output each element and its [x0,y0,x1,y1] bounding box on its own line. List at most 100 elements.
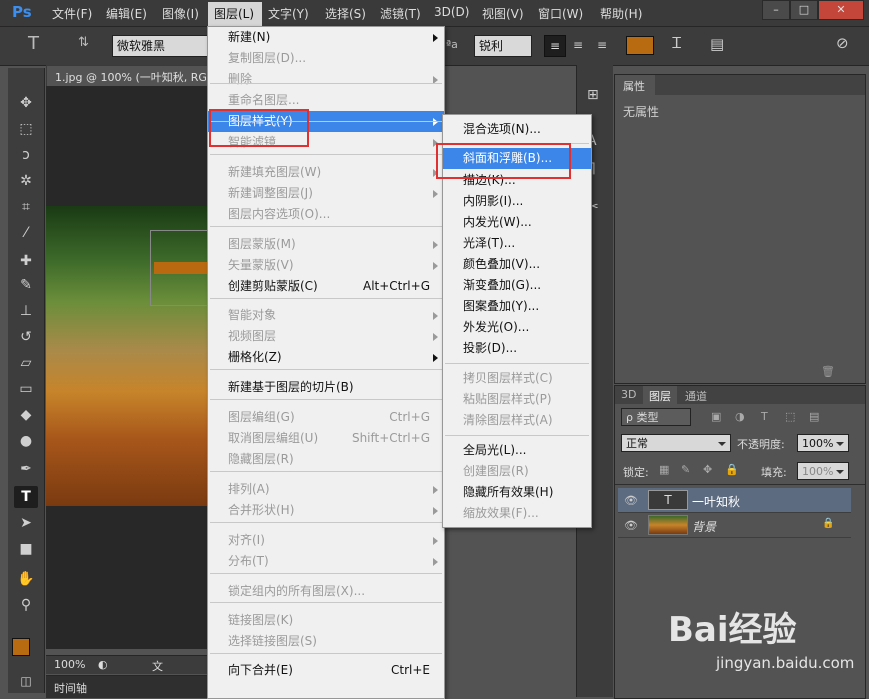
filter-adjust-icon[interactable]: ◑ [735,410,745,423]
layer-menu-item[interactable]: 对齐(I) [208,530,444,551]
history-icon[interactable]: ⊞ [587,87,599,103]
lock-position-icon[interactable]: ✥ [703,463,712,476]
layer-filter-select[interactable]: ρ 类型 [621,408,691,426]
menu-3d[interactable]: 3D(D) [434,5,469,19]
blur-tool-icon[interactable]: ◆ [14,404,38,426]
layer-style-menu-item[interactable]: 清除图层样式(A) [443,410,591,431]
type-tool-icon[interactable]: T [14,486,38,508]
status-icon[interactable]: ◐ [98,658,108,671]
blend-mode-select[interactable]: 正常 [621,434,731,452]
menu-filter[interactable]: 滤镜(T) [380,5,421,22]
pen-tool-icon[interactable]: ✒ [14,458,38,480]
menu-file[interactable]: 文件(F) [52,5,92,22]
menu-view[interactable]: 视图(V) [482,5,524,22]
layer-menu-item[interactable]: 新建(N) [208,27,444,48]
lock-image-icon[interactable]: ✎ [681,463,690,476]
layer-menu-item[interactable]: 复制图层(D)... [208,48,444,69]
foreground-color-swatch[interactable] [12,638,30,656]
layer-style-menu-item[interactable]: 光泽(T)... [443,233,591,254]
layer-style-menu-item[interactable]: 粘贴图层样式(P) [443,389,591,410]
layer-menu-item[interactable]: 图层蒙版(M) [208,234,444,255]
layer-menu-item[interactable]: 向下合并(E) Ctrl+E [208,660,444,681]
menu-select[interactable]: 选择(S) [325,5,366,22]
warp-text-icon[interactable]: Ꮖ [672,34,682,52]
filter-smart-icon[interactable]: ▤ [809,410,819,423]
trash-icon[interactable]: 🗑 [821,365,835,378]
visibility-eye-icon[interactable]: 👁 [624,519,638,532]
zoom-tool-icon[interactable]: ⚲ [14,594,38,616]
move-tool-icon[interactable]: ✥ [14,92,38,114]
tab-3d[interactable]: 3D [621,388,636,401]
tab-channels[interactable]: 通道 [685,388,707,404]
character-panel-icon[interactable]: ▤ [710,35,724,53]
lasso-tool-icon[interactable]: ↄ [14,144,38,166]
layer-menu-item[interactable]: 智能对象 [208,305,444,326]
dodge-tool-icon[interactable]: ● [14,430,38,452]
layer-style-menu-item[interactable]: 内阴影(I)... [443,191,591,212]
history-brush-icon[interactable]: ↺ [14,326,38,348]
hand-tool-icon[interactable]: ✋ [14,568,38,590]
visibility-eye-icon[interactable]: 👁 [624,494,638,507]
layer-menu-item[interactable]: 取消图层编组(U) Shift+Ctrl+G [208,428,444,449]
eraser-tool-icon[interactable]: ▱ [14,352,38,374]
layer-style-menu-item[interactable]: 全局光(L)... [443,440,591,461]
crop-tool-icon[interactable]: ⌗ [14,196,38,218]
eyedropper-tool-icon[interactable]: ⁄ [14,222,38,244]
layer-style-menu-item[interactable]: 内发光(W)... [443,212,591,233]
layer-menu-item[interactable]: 视频图层 [208,326,444,347]
layer-menu-item[interactable]: 排列(A) [208,479,444,500]
layer-menu-item[interactable]: 新建调整图层(J) [208,183,444,204]
layer-menu-item[interactable]: 栅格化(Z) [208,347,444,368]
layer-menu-item[interactable]: 合并形状(H) [208,500,444,521]
layer-menu-item[interactable]: 锁定组内的所有图层(X)... [208,581,444,602]
layer-style-menu-item[interactable]: 混合选项(N)... [443,119,591,140]
lock-transparent-icon[interactable]: ▦ [659,463,669,476]
font-family-select[interactable]: 微软雅黑 [112,35,210,57]
layer-style-menu-item[interactable]: 隐藏所有效果(H) [443,482,591,503]
layer-style-menu-item[interactable]: 缩放效果(F)... [443,503,591,524]
healing-brush-icon[interactable]: ✚ [14,250,38,272]
zoom-level[interactable]: 100% [54,658,85,671]
layer-menu-item[interactable]: 图层内容选项(O)... [208,204,444,225]
layer-menu-item[interactable]: 链接图层(K) [208,610,444,631]
text-color-swatch[interactable] [626,36,654,55]
path-selection-icon[interactable]: ➤ [14,512,38,534]
layer-menu-item[interactable]: 创建剪贴蒙版(C) Alt+Ctrl+G [208,276,444,297]
fill-input[interactable]: 100% [797,462,849,480]
layer-menu-item[interactable]: 隐藏图层(R) [208,449,444,470]
lock-all-icon[interactable]: 🔒 [725,463,739,476]
close-button[interactable]: ✕ [818,0,864,20]
menu-window[interactable]: 窗口(W) [538,5,583,22]
layer-style-menu-item[interactable]: 渐变叠加(G)... [443,275,591,296]
layer-style-menu-item[interactable]: 外发光(O)... [443,317,591,338]
menu-type[interactable]: 文字(Y) [268,5,309,22]
layer-name[interactable]: 背景 [692,518,716,535]
document-tab[interactable]: 1.jpg @ 100% (一叶知秋, RG [46,65,216,87]
layer-menu-item[interactable]: 分布(T) [208,551,444,572]
layer-menu-item[interactable]: 新建基于图层的切片(B) [208,377,444,398]
tab-layers[interactable]: 图层 [643,386,677,404]
cancel-icon[interactable]: ⊘ [836,34,849,52]
menu-help[interactable]: 帮助(H) [600,5,642,22]
magic-wand-tool-icon[interactable]: ✲ [14,170,38,192]
layer-row-text[interactable]: 👁 T 一叶知秋 [618,488,851,513]
opacity-input[interactable]: 100% [797,434,849,452]
layer-menu-item[interactable]: 新建填充图层(W) [208,162,444,183]
quick-mask-icon[interactable]: ◫ [14,670,38,692]
brush-tool-icon[interactable]: ✎ [14,274,38,296]
layer-menu-item[interactable]: 矢量蒙版(V) [208,255,444,276]
text-orientation-icon[interactable]: ⇅ [78,35,89,50]
menu-edit[interactable]: 编辑(E) [106,5,147,22]
gradient-tool-icon[interactable]: ▭ [14,378,38,400]
clone-stamp-icon[interactable]: ⊥ [14,300,38,322]
layer-name[interactable]: 一叶知秋 [692,493,740,510]
align-left-icon[interactable]: ≡ [544,35,566,57]
layer-style-menu-item[interactable]: 投影(D)... [443,338,591,359]
layer-style-menu-item[interactable]: 图案叠加(Y)... [443,296,591,317]
layer-menu-item[interactable]: 删除 [208,69,444,90]
layer-style-menu-item[interactable]: 拷贝图层样式(C) [443,368,591,389]
layer-row-background[interactable]: 👁 背景 🔒 [618,513,851,538]
layer-style-menu-item[interactable]: 创建图层(R) [443,461,591,482]
timeline-panel[interactable]: 时间轴 [46,675,208,698]
layer-menu-item[interactable]: 选择链接图层(S) [208,631,444,652]
